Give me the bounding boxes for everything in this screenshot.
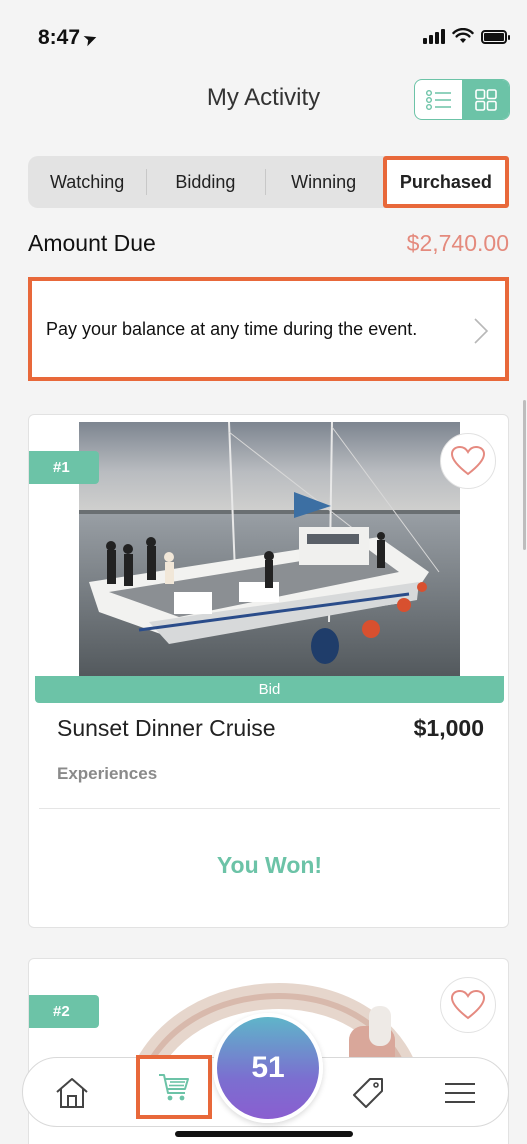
status-bar: 8:47 ➤ <box>0 0 527 72</box>
tab-watching[interactable]: Watching <box>28 156 146 208</box>
amount-due-value: $2,740.00 <box>406 230 509 256</box>
status-icons <box>423 28 510 44</box>
amount-due-row: Amount Due $2,740.00 <box>28 228 509 260</box>
cart-icon <box>159 1074 189 1101</box>
battery-icon <box>481 30 510 44</box>
center-count-button[interactable]: 51 <box>213 1013 323 1123</box>
catamaran-dinner-photo <box>79 422 460 686</box>
tab-bidding[interactable]: Bidding <box>146 156 264 208</box>
grid-view-button[interactable] <box>462 80 509 119</box>
home-icon <box>56 1078 88 1108</box>
menu-icon <box>445 1083 475 1103</box>
home-indicator <box>175 1131 353 1137</box>
wifi-icon <box>452 28 474 43</box>
amount-due-label: Amount Due <box>28 230 156 256</box>
list-view-icon <box>425 89 451 110</box>
grid-view-icon <box>474 88 497 111</box>
item-card[interactable]: #1 Bid Sunset Dinner Cruise $1,000 Exper… <box>28 414 509 928</box>
favorite-button[interactable] <box>440 977 496 1033</box>
chevron-right-icon <box>474 318 489 344</box>
item-price: $1,000 <box>413 715 484 741</box>
scroll-indicator <box>523 400 526 550</box>
item-title: Sunset Dinner Cruise <box>57 715 276 741</box>
tab-winning[interactable]: Winning <box>264 156 383 208</box>
list-view-button[interactable] <box>415 80 462 119</box>
nav-home-button[interactable] <box>37 1058 107 1128</box>
rank-badge: #1 <box>29 451 99 484</box>
nav-cart-button[interactable] <box>136 1055 212 1119</box>
item-category: Experiences <box>57 764 158 783</box>
bid-status-strip: Bid <box>35 676 504 703</box>
location-arrow-icon: ➤ <box>81 29 100 50</box>
status-time: 8:47 ➤ <box>38 26 100 50</box>
won-status: You Won! <box>216 852 323 878</box>
activity-tabs: Watching Bidding Winning Purchased <box>28 156 509 208</box>
card-divider <box>39 808 500 809</box>
view-toggle[interactable] <box>414 79 510 120</box>
tag-icon <box>353 1078 383 1108</box>
rank-badge: #2 <box>29 995 99 1028</box>
heart-icon <box>451 990 485 1020</box>
heart-icon <box>451 446 485 476</box>
signal-icon <box>423 28 445 44</box>
nav-tag-button[interactable] <box>333 1058 403 1128</box>
pay-balance-banner[interactable]: Pay your balance at any time during the … <box>28 277 509 381</box>
pay-balance-text: Pay your balance at any time during the … <box>46 319 418 339</box>
nav-menu-button[interactable] <box>425 1058 495 1128</box>
tab-purchased[interactable]: Purchased <box>382 156 509 208</box>
favorite-button[interactable] <box>440 433 496 489</box>
